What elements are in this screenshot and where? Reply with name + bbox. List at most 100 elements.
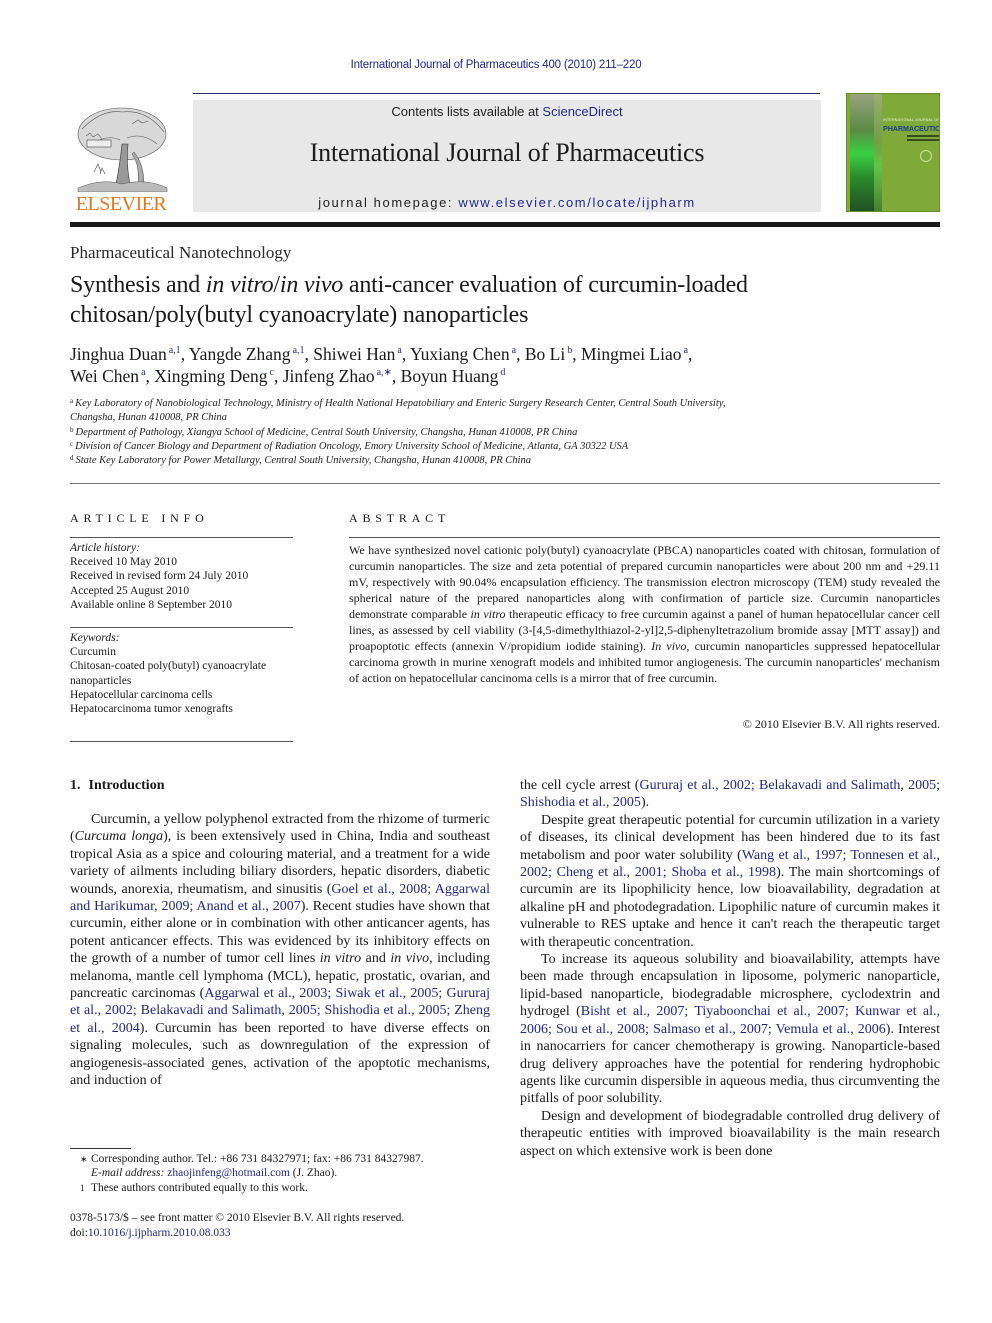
sciencedirect-link[interactable]: ScienceDirect [542, 104, 622, 119]
keyword: Chitosan-coated poly(butyl) cyanoacrylat… [70, 660, 267, 687]
title-text: Synthesis and [70, 272, 206, 298]
history-item: Received 10 May 2010 [70, 556, 177, 569]
abstract-italic: In vivo [651, 639, 687, 653]
author-name: Bo Li [524, 344, 566, 364]
contents-line: Contents lists available at ScienceDirec… [193, 104, 821, 119]
author-name: Mingmei Liao [580, 344, 682, 364]
text: ). [640, 795, 650, 811]
text: and [361, 951, 391, 967]
issn-line: 0378-5173/$ – see front matter © 2010 El… [70, 1212, 405, 1224]
affiliation-mark[interactable]: a [397, 345, 401, 356]
footnote-equal-contribution: 1 These authors contributed equally to th… [70, 1181, 490, 1195]
affiliation-mark: c [70, 439, 74, 448]
history-item: Accepted 25 August 2010 [70, 584, 190, 597]
footnote-text: (J. Zhao). [289, 1167, 338, 1180]
email-link[interactable]: zhaojinfeng@hotmail.com [167, 1167, 290, 1179]
homepage-line: journal homepage: www.elsevier.com/locat… [193, 195, 821, 210]
paragraph: Design and development of biodegradable … [520, 1108, 940, 1159]
elsevier-wordmark: ELSEVIER [75, 193, 167, 215]
author: Boyun Huang d [401, 366, 506, 386]
affiliation: a Key Laboratory of Nanobiological Techno… [70, 397, 770, 426]
article-title: Synthesis and in vitro/in vivo anti-canc… [70, 270, 930, 330]
front-matter-info: 0378-5173/$ – see front matter © 2010 El… [70, 1211, 490, 1241]
affiliation-mark[interactable]: a [141, 367, 145, 378]
affiliation-mark[interactable]: a,1 [169, 345, 181, 356]
doi-prefix: doi: [70, 1227, 88, 1239]
italic-text: in vitro [319, 951, 362, 967]
body-column-right: the cell cycle arrest (Gururaj et al., 2… [520, 777, 940, 1160]
author: Jinghua Duan a,1 [70, 344, 181, 364]
footnote-text: Corresponding author. Tel.: +86 731 8432… [91, 1153, 424, 1165]
abstract-italic: in vitro [470, 607, 506, 621]
divider [349, 537, 940, 538]
paragraph: To increase its aqueous solubility and b… [520, 951, 940, 1108]
divider [70, 627, 293, 628]
homepage-prefix: journal homepage: [318, 195, 459, 210]
author-list: Jinghua Duan a,1, Yangde Zhang a,1, Shiwei… [70, 344, 693, 386]
masthead-divider [70, 222, 940, 227]
front-divider [70, 483, 940, 484]
affiliation-mark: b [70, 425, 74, 434]
abstract-text: We have synthesized novel cationic poly(… [349, 542, 940, 686]
doi-link[interactable]: 10.1016/j.ijpharm.2010.08.033 [88, 1227, 231, 1239]
italic-text: in vivo [390, 951, 430, 967]
author: Yuxiang Chen a [410, 344, 516, 364]
body-column-left: Curcumin, a yellow polyphenol extracted … [70, 811, 490, 1090]
affiliation: d State Key Laboratory for Power Metallur… [70, 454, 770, 468]
abstract-heading: ABSTRACT [349, 511, 451, 525]
running-head[interactable]: International Journal of Pharmaceutics 4… [0, 59, 992, 71]
contents-prefix: Contents lists available at [391, 104, 543, 119]
journal-masthead: Contents lists available at ScienceDirec… [193, 100, 821, 212]
paragraph: Despite great therapeutic potential for … [520, 812, 940, 951]
homepage-link[interactable]: www.elsevier.com/locate/ijpharm [458, 195, 695, 210]
author-name: Jinfeng Zhao [282, 366, 375, 386]
cover-small-title: INTERNATIONAL JOURNAL OF [883, 118, 940, 122]
divider [70, 741, 293, 742]
author-name: Yuxiang Chen [409, 344, 510, 364]
keyword: Curcumin [70, 646, 116, 659]
journal-name: International Journal of Pharmaceutics [309, 138, 705, 167]
section-number: 1. [70, 778, 81, 793]
footnote-divider [70, 1148, 131, 1149]
cover-subtitle-lines [907, 135, 939, 145]
affiliation-mark[interactable]: b [567, 345, 572, 356]
author-name: Boyun Huang [400, 366, 499, 386]
affiliation-mark: a [70, 397, 74, 405]
title-italic: in vivo [279, 272, 344, 298]
affiliation-mark[interactable]: a [684, 345, 688, 356]
footnote-email: E-mail address: zhaojinfeng@hotmail.com … [70, 1166, 490, 1180]
author-name: Shiwei Han [313, 344, 396, 364]
affiliation-mark[interactable]: a,1 [293, 345, 305, 356]
history-item: Available online 8 September 2010 [70, 598, 233, 611]
history-item: Received in revised form 24 July 2010 [70, 570, 249, 583]
text: the cell cycle arrest ( [520, 778, 640, 793]
cover-test-tube-image [850, 94, 874, 211]
journal-cover-thumbnail[interactable]: INTERNATIONAL JOURNAL OF PHARMACEUTICS [846, 93, 940, 212]
divider [70, 537, 293, 538]
keywords: Keywords: Curcumin Chitosan-coated poly(… [70, 631, 295, 716]
footnote-mark: ∗ [80, 1154, 88, 1164]
cover-test-tube-highlight [874, 94, 882, 211]
italic-text: Curcuma longa [74, 829, 164, 845]
footnote-mark: 1 [80, 1182, 85, 1193]
cover-title: PHARMACEUTICS [883, 124, 940, 133]
affiliation-mark[interactable]: a [512, 345, 516, 356]
paragraph: the cell cycle arrest (Gururaj et al., 2… [520, 777, 940, 812]
citation-link[interactable]: Bisht et al., 2007; Tiyaboonchai et al.,… [520, 1004, 940, 1036]
footnote-corresponding: ∗ Corresponding author. Tel.: +86 731 843… [70, 1152, 490, 1166]
footnote-text: These authors contributed equally to thi… [91, 1181, 308, 1194]
affiliation-mark[interactable]: a,∗ [377, 367, 392, 378]
section-title: Introduction [88, 778, 165, 793]
elsevier-logo[interactable]: ELSEVIER [70, 104, 172, 214]
affiliation-text: State Key Laboratory for Power Metallurg… [75, 455, 531, 467]
affiliation-text: Key Laboratory of Nanobiological Technol… [70, 398, 726, 424]
affiliation: c Division of Cancer Biology and Departme… [70, 440, 770, 454]
header-top-rule [193, 93, 820, 94]
affiliation-mark[interactable]: c [270, 367, 274, 378]
affiliation-mark: d [70, 454, 74, 463]
affiliation-mark[interactable]: d [500, 367, 505, 378]
paragraph: Curcumin, a yellow polyphenol extracted … [70, 811, 490, 1090]
author-name: Wei Chen [70, 366, 140, 386]
keyword: Hepatocellular carcinoma cells [70, 688, 213, 701]
affiliations: a Key Laboratory of Nanobiological Techno… [70, 397, 770, 468]
